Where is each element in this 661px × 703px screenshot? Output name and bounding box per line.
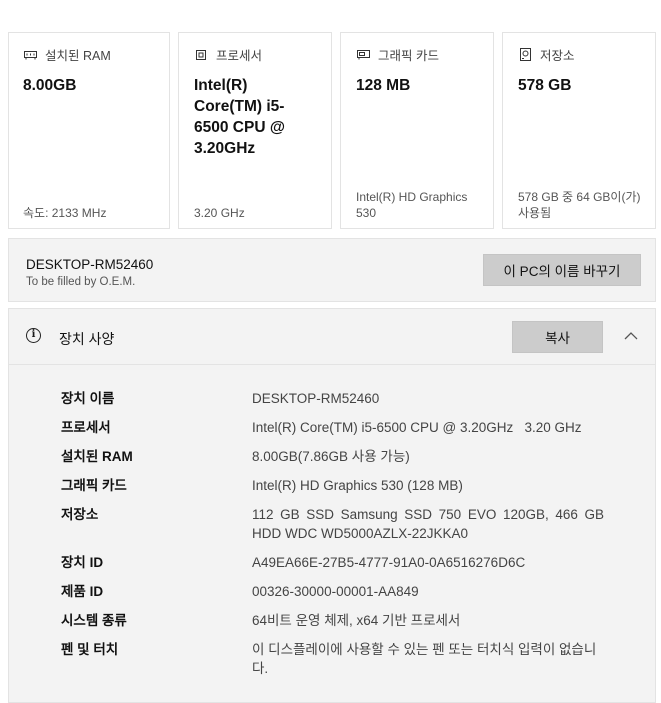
graphics-card-icon <box>356 48 370 62</box>
processor-card-title: 프로세서 <box>216 49 263 63</box>
processor-card-footer: 3.20 GHz <box>194 206 245 220</box>
spec-value: 112 GB SSD Samsung SSD 750 EVO 120GB, 46… <box>252 507 604 541</box>
device-specs-panel: i 장치 사양 복사 장치 이름 DESKTOP-RM52460 프로세서 In… <box>8 308 656 703</box>
rename-pc-button[interactable]: 이 PC의 이름 바꾸기 <box>483 254 641 286</box>
ram-card: 설치된 RAM 8.00GB 속도: 2133 MHz <box>8 32 170 229</box>
pc-oem: To be filled by O.E.M. <box>26 276 136 288</box>
spec-label: 장치 이름 <box>61 391 115 406</box>
spec-label: 제품 ID <box>61 584 104 599</box>
chevron-up-icon[interactable] <box>623 329 639 341</box>
spec-label: 그래픽 카드 <box>61 478 127 493</box>
pc-name-panel: DESKTOP-RM52460 To be filled by O.E.M. 이… <box>8 238 656 302</box>
graphics-card-header: 그래픽 카드 <box>356 45 439 64</box>
graphics-card-footer: Intel(R) HD Graphics 530 <box>356 190 468 220</box>
ram-card-title: 설치된 RAM <box>45 49 111 63</box>
pc-name: DESKTOP-RM52460 <box>26 257 154 272</box>
spec-value: Intel(R) HD Graphics 530 (128 MB) <box>252 478 463 493</box>
ram-card-value: 8.00GB <box>23 77 77 94</box>
spec-label: 저장소 <box>61 507 99 522</box>
device-specs-title: 장치 사양 <box>59 331 115 347</box>
processor-card-header: 프로세서 <box>194 45 262 64</box>
spec-label: 시스템 종류 <box>61 613 127 628</box>
storage-card-title: 저장소 <box>540 49 575 63</box>
ram-card-footer: 속도: 2133 MHz <box>23 206 107 220</box>
graphics-card: 그래픽 카드 128 MB Intel(R) HD Graphics 530 <box>340 32 494 229</box>
ram-icon <box>23 48 37 62</box>
graphics-card-value: 128 MB <box>356 77 411 94</box>
device-specs-header[interactable]: i 장치 사양 복사 <box>9 309 655 365</box>
spec-value: 64비트 운영 체제, x64 기반 프로세서 <box>252 613 461 628</box>
info-icon: i <box>26 328 41 343</box>
processor-card: 프로세서 Intel(R) Core(TM) i5-6500 CPU @ 3.2… <box>178 32 332 229</box>
storage-card-value: 578 GB <box>518 77 572 94</box>
ram-card-header: 설치된 RAM <box>23 45 111 64</box>
spec-label: 프로세서 <box>61 420 111 435</box>
spec-value: Intel(R) Core(TM) i5-6500 CPU @ 3.20GHz … <box>252 420 582 435</box>
storage-icon <box>518 48 532 62</box>
spec-value: 00326-30000-00001-AA849 <box>252 584 419 599</box>
spec-label: 설치된 RAM <box>61 449 133 464</box>
spec-value: 이 디스플레이에 사용할 수 있는 펜 또는 터치식 입력이 없습니다. <box>252 642 597 676</box>
spec-value: A49EA66E-27B5-4777-91A0-0A6516276D6C <box>252 555 526 570</box>
storage-card-footer: 578 GB 중 64 GB이(가) 사용됨 <box>518 190 641 220</box>
spec-label: 펜 및 터치 <box>61 642 119 657</box>
spec-value: 8.00GB(7.86GB 사용 가능) <box>252 449 410 464</box>
graphics-card-title: 그래픽 카드 <box>378 49 439 63</box>
spec-value: DESKTOP-RM52460 <box>252 391 380 406</box>
copy-button[interactable]: 복사 <box>512 321 603 353</box>
spec-label: 장치 ID <box>61 555 104 570</box>
processor-icon <box>194 48 208 62</box>
storage-card: 저장소 578 GB 578 GB 중 64 GB이(가) 사용됨 <box>502 32 656 229</box>
processor-card-value: Intel(R) Core(TM) i5-6500 CPU @ 3.20GHz <box>194 77 285 157</box>
storage-card-header: 저장소 <box>518 45 575 64</box>
